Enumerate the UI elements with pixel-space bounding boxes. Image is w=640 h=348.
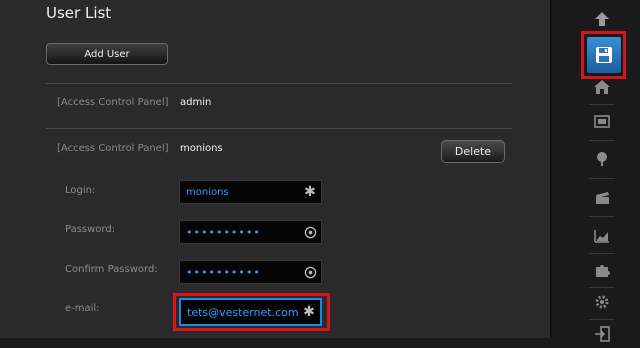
scene-icon[interactable] [588, 145, 616, 173]
password-reveal-icon[interactable] [301, 223, 319, 241]
dock-divider [589, 33, 615, 34]
user-panel-label: [Access Control Panel] [57, 143, 169, 154]
save-icon [596, 47, 612, 63]
password-field[interactable]: •••••••••• [179, 220, 322, 244]
password-label: Password: [65, 224, 116, 235]
asterisk-icon: ✱ [303, 304, 315, 320]
dock-divider [589, 104, 615, 105]
chart-icon[interactable] [588, 222, 616, 250]
login-value: monions [186, 186, 229, 198]
user-name-monions[interactable]: monions [180, 143, 223, 154]
up-arrow-icon[interactable] [588, 5, 616, 33]
confirm-password-value: •••••••••• [186, 265, 261, 279]
confirm-password-label: Confirm Password: [65, 264, 158, 275]
login-label: Login: [65, 185, 96, 196]
user-name-admin[interactable]: admin [180, 97, 211, 108]
panel-edge [550, 0, 552, 338]
password-reveal-icon[interactable] [301, 263, 319, 281]
email-value: tets@vesternet.com [187, 305, 299, 319]
delete-user-button[interactable]: Delete [441, 140, 505, 163]
save-button[interactable] [587, 37, 621, 73]
user-list-panel: User List Add User [Access Control Panel… [0, 0, 550, 338]
asterisk-icon: ✱ [304, 184, 316, 200]
home-icon[interactable] [588, 73, 616, 101]
dock-divider [589, 216, 615, 217]
device-icon[interactable] [588, 108, 616, 136]
confirm-password-field[interactable]: •••••••••• [179, 260, 322, 284]
add-user-button[interactable]: Add User [46, 43, 168, 65]
puzzle-icon[interactable] [588, 256, 616, 284]
settings-icon[interactable] [588, 288, 616, 316]
email-field[interactable]: tets@vesternet.com ✱ [179, 298, 322, 326]
user-panel-label: [Access Control Panel] [57, 97, 169, 108]
clapper-icon[interactable] [588, 183, 616, 211]
page-title: User List [46, 4, 112, 22]
logout-icon[interactable] [588, 320, 616, 348]
right-dock [585, 0, 621, 342]
login-field[interactable]: monions ✱ [179, 180, 322, 204]
divider [46, 128, 512, 129]
dock-divider [589, 140, 615, 141]
divider [46, 83, 512, 84]
dock-divider [589, 178, 615, 179]
email-label: e-mail: [65, 303, 100, 314]
dock-divider [589, 253, 615, 254]
password-value: •••••••••• [186, 225, 261, 239]
